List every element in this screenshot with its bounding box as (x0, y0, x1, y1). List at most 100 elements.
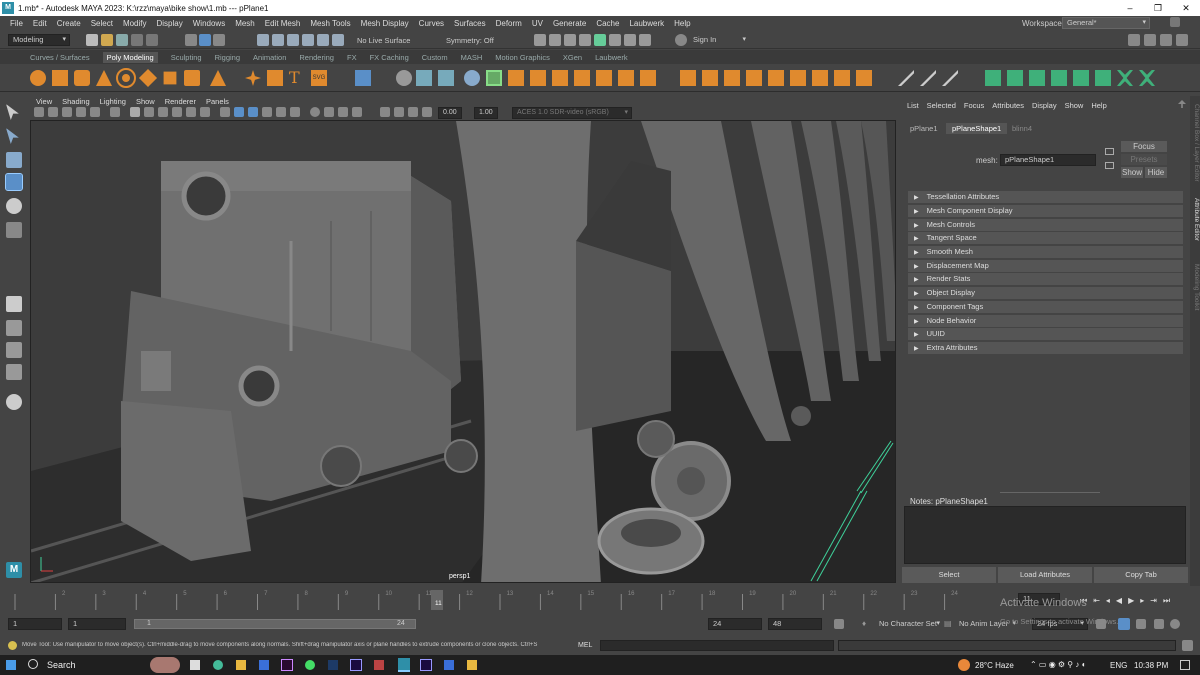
combine-icon[interactable] (486, 70, 502, 86)
play-backward-icon[interactable]: ◀ (1116, 596, 1122, 606)
ae-menu-list[interactable]: List (907, 101, 919, 110)
append-polygon-icon[interactable] (768, 70, 784, 86)
show-button[interactable]: Show (1121, 167, 1143, 178)
target-weld-icon[interactable] (985, 70, 1001, 86)
hypershade-icon[interactable] (594, 34, 606, 46)
section-smooth-mesh[interactable]: Smooth Mesh (908, 246, 1183, 258)
resolution-gate-icon[interactable] (158, 107, 168, 117)
shelf-tab-xgen[interactable]: XGen (563, 53, 582, 62)
gate-mask-icon[interactable] (172, 107, 182, 117)
smooth-shade-icon[interactable] (234, 107, 244, 117)
shelf-tab-animation[interactable]: Animation (253, 53, 286, 62)
smooth-icon[interactable] (530, 70, 546, 86)
channel-box-icon[interactable] (1176, 34, 1188, 46)
tray-icons[interactable]: ⌃ ▭ ◉ ⚙ ⚲ ♪ ◐ (1030, 660, 1086, 669)
section-render-stats[interactable]: Render Stats (908, 273, 1183, 285)
paint-select-icon[interactable] (6, 152, 22, 168)
mesh-name-field[interactable]: pPlaneShape1 (1000, 154, 1096, 166)
merge-center-icon[interactable] (812, 70, 828, 86)
light-editor-icon[interactable] (624, 34, 636, 46)
workspace-dropdown[interactable]: General* (1062, 17, 1150, 29)
audio-icon[interactable] (1154, 619, 1164, 629)
ae-copy-tab-button[interactable]: Copy Tab (1094, 567, 1188, 583)
windows-start-icon[interactable] (6, 660, 16, 670)
boolean-intersect-icon[interactable] (596, 70, 612, 86)
maya-home-icon[interactable]: M (6, 562, 22, 578)
bookmarks-icon[interactable] (62, 107, 72, 117)
menu-mesh[interactable]: Mesh (235, 19, 255, 28)
use-all-lights-icon[interactable] (276, 107, 286, 117)
chrome-icon[interactable] (213, 660, 223, 670)
mesh-grid-icon[interactable] (355, 70, 371, 86)
section-mesh-component-display[interactable]: Mesh Component Display (908, 205, 1183, 217)
vp-menu-shading[interactable]: Shading (62, 97, 90, 106)
wireframe-icon[interactable] (220, 107, 230, 117)
snap-view-icon[interactable] (302, 34, 314, 46)
focus-button[interactable]: Focus (1121, 141, 1167, 152)
search-tool-icon[interactable] (6, 394, 22, 410)
menu-mesh-tools[interactable]: Mesh Tools (310, 19, 350, 28)
offset-edge-loop-icon[interactable] (942, 70, 958, 86)
live-surface-label[interactable]: No Live Surface (357, 36, 410, 45)
measure-icon[interactable] (396, 70, 412, 86)
super-shape-icon[interactable] (245, 70, 261, 86)
uv-editor-icon[interactable] (438, 70, 454, 86)
motion-blur-icon[interactable] (324, 107, 334, 117)
side-tab-channel-box[interactable]: Channel Box / Layer Editor (1190, 104, 1200, 182)
notes-textarea[interactable] (904, 506, 1186, 564)
menu-modify[interactable]: Modify (123, 19, 147, 28)
move-tool-icon[interactable] (5, 173, 23, 191)
after-effects-icon[interactable] (281, 659, 293, 671)
xray-icon[interactable] (394, 107, 404, 117)
notification-icon[interactable] (1180, 660, 1190, 670)
playback-end-field[interactable]: 24 (708, 618, 762, 630)
single-perspective-layout-icon[interactable] (6, 296, 22, 312)
premiere-2-icon[interactable] (420, 659, 432, 671)
key-settings-icon[interactable] (1136, 619, 1146, 629)
shelf-tab-poly-modeling[interactable]: Poly Modeling (102, 51, 158, 63)
command-input[interactable] (600, 640, 834, 651)
sweep-mesh-icon[interactable] (267, 70, 283, 86)
section-extra-attributes[interactable]: Extra Attributes (908, 342, 1183, 354)
presets-button[interactable]: Presets (1121, 154, 1167, 165)
select-hierarchy-icon[interactable] (185, 34, 197, 46)
poly-plane-icon[interactable] (138, 68, 158, 88)
fill-hole-icon[interactable] (746, 70, 762, 86)
poly-disc-icon[interactable] (163, 71, 177, 85)
menu-uv[interactable]: UV (532, 19, 543, 28)
ae-tab-pplaneshape1[interactable]: pPlaneShape1 (946, 123, 1008, 134)
quad-draw-icon[interactable] (1029, 70, 1045, 86)
ae-load-attributes-button[interactable]: Load Attributes (998, 567, 1092, 583)
boolean-difference-icon[interactable] (574, 70, 590, 86)
colorspace-dropdown[interactable]: ACES 1.0 SDR-video (sRGB) (512, 107, 632, 119)
depth-of-field-icon[interactable] (352, 107, 362, 117)
ae-menu-display[interactable]: Display (1032, 101, 1057, 110)
menu-generate[interactable]: Generate (553, 19, 586, 28)
anti-aliasing-icon[interactable] (338, 107, 348, 117)
2d-pan-icon[interactable] (90, 107, 100, 117)
premiere-icon[interactable] (350, 659, 362, 671)
menu-curves[interactable]: Curves (419, 19, 444, 28)
shelf-tab-sculpting[interactable]: Sculpting (171, 53, 202, 62)
maya-taskbar-icon[interactable] (398, 658, 410, 672)
render-sequence-icon[interactable] (549, 34, 561, 46)
anim-start-field[interactable]: 1 (8, 618, 62, 630)
section-tangent-space[interactable]: Tangent Space (908, 232, 1183, 244)
new-scene-icon[interactable] (86, 34, 98, 46)
ae-menu-attributes[interactable]: Attributes (992, 101, 1024, 110)
persp-outliner-layout-icon[interactable] (6, 342, 22, 358)
vp-menu-panels[interactable]: Panels (206, 97, 229, 106)
reduce-icon[interactable] (640, 70, 656, 86)
select-tool-icon[interactable] (6, 104, 19, 120)
xray-components-icon[interactable] (422, 107, 432, 117)
poly-cone-icon[interactable] (96, 70, 112, 86)
render-frame-icon[interactable] (534, 34, 546, 46)
app-red-icon[interactable] (374, 660, 384, 670)
shadows-icon[interactable] (290, 107, 300, 117)
ae-tab-pplane1[interactable]: pPlane1 (904, 123, 944, 134)
isolate-select-icon[interactable] (380, 107, 390, 117)
menu-edit-mesh[interactable]: Edit Mesh (265, 19, 301, 28)
exposure-field[interactable]: 0.00 (438, 107, 462, 119)
folder-icon[interactable] (467, 660, 477, 670)
menu-mesh-display[interactable]: Mesh Display (361, 19, 409, 28)
